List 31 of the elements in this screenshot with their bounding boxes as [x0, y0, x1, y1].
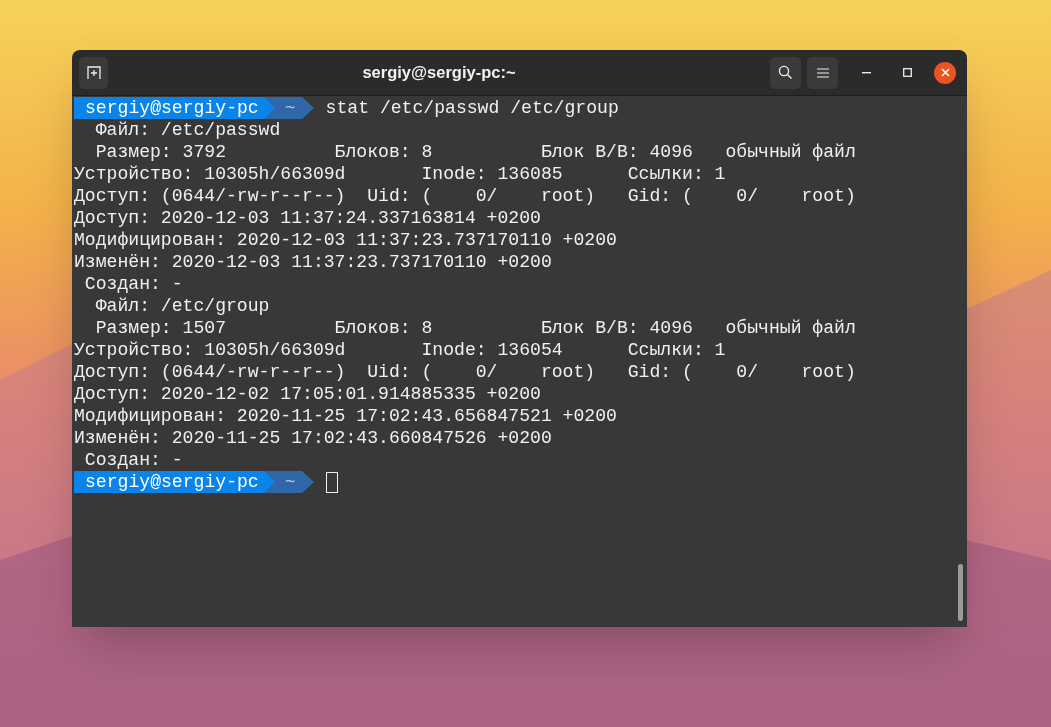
- output-line: Размер: 1507 Блоков: 8 Блок В/В: 4096 обычный файл: [94, 317, 856, 339]
- close-button[interactable]: [934, 61, 956, 84]
- scrollbar-thumb[interactable]: [958, 564, 963, 621]
- output-line: Доступ: (0644/-rw-r--r--) Uid: ( 0/ root) Gid: ( 0/ root): [74, 185, 856, 207]
- output-line: Создан: -: [83, 449, 183, 471]
- output-line: Доступ: 2020-12-02 17:05:01.914885335 +0200: [74, 383, 541, 405]
- prompt-arrow-icon: [301, 97, 314, 119]
- output-line: Модифицирован: 2020-11-25 17:02:43.656847521 +0200: [74, 405, 617, 427]
- new-tab-button[interactable]: [79, 56, 108, 89]
- menu-button[interactable]: [807, 56, 838, 89]
- search-icon: [778, 65, 793, 80]
- output-line: Файл: /etc/passwd: [94, 119, 281, 141]
- output-line: Доступ: (0644/-rw-r--r--) Uid: ( 0/ root) Gid: ( 0/ root): [74, 361, 856, 383]
- new-tab-icon: [86, 65, 101, 80]
- maximize-icon: [902, 68, 912, 77]
- output-line: Устройство: 10305h/66309d Inode: 136085 Ссылки: 1: [74, 163, 726, 185]
- output-line: Доступ: 2020-12-03 11:37:24.337163814 +0200: [74, 207, 541, 229]
- search-button[interactable]: [770, 56, 801, 89]
- menu-icon: [816, 67, 829, 78]
- output-line: Изменён: 2020-12-03 11:37:23.737170110 +0200: [74, 251, 552, 273]
- close-icon: [940, 68, 950, 77]
- prompt-arrow-icon: [301, 471, 314, 493]
- output-line: Файл: /etc/group: [94, 295, 270, 317]
- command-text: stat /etc/passwd /etc/group: [325, 97, 619, 119]
- output-line: Модифицирован: 2020-12-03 11:37:23.737170110 +0200: [74, 229, 617, 251]
- minimize-icon: [861, 71, 871, 74]
- output-line: Размер: 3792 Блоков: 8 Блок В/В: 4096 обычный файл: [94, 141, 856, 163]
- window-title: sergiy@sergiy-pc:~: [362, 62, 516, 84]
- output-line: Создан: -: [83, 273, 183, 295]
- output-line: Изменён: 2020-11-25 17:02:43.660847526 +0200: [74, 427, 552, 449]
- output-line: Устройство: 10305h/66309d Inode: 136054 Ссылки: 1: [74, 339, 726, 361]
